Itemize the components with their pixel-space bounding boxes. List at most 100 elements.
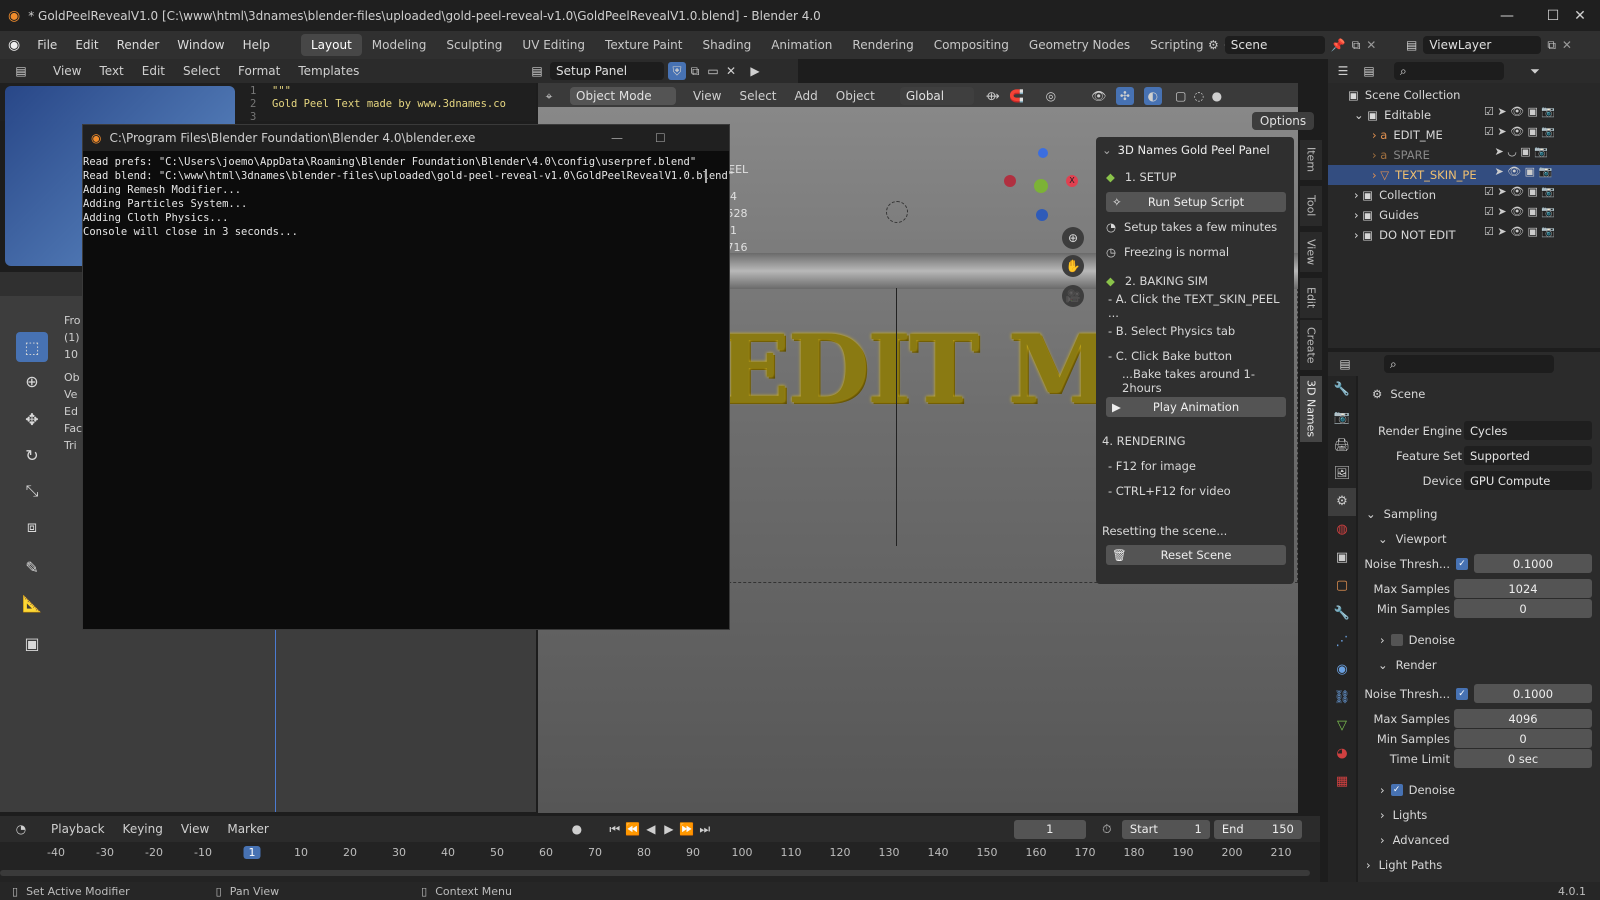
outliner-editor-icon[interactable]: ☰ xyxy=(1334,62,1352,80)
text-menu-format[interactable]: Format xyxy=(229,64,289,78)
object-tab-icon[interactable]: ▢ xyxy=(1328,572,1356,600)
outliner-row-edit-me[interactable]: › a EDIT_ME xyxy=(1328,125,1600,145)
camera-view-icon[interactable]: 🎥 xyxy=(1062,285,1084,307)
outliner-row-editable[interactable]: ⌄ ▣ Editable xyxy=(1328,105,1600,125)
light-object-icon[interactable] xyxy=(886,201,908,223)
new-view-layer-icon[interactable]: ⧉ xyxy=(1547,38,1556,53)
text-menu-select[interactable]: Select xyxy=(174,64,229,78)
outliner-row-spare[interactable]: › a SPARE xyxy=(1328,145,1600,165)
timeline-menu-keying[interactable]: Keying xyxy=(114,822,172,836)
text-menu-view[interactable]: View xyxy=(44,64,90,78)
render-engine-dropdown[interactable]: Cycles xyxy=(1464,421,1592,440)
menu-window[interactable]: Window xyxy=(168,38,233,52)
outliner-row-text-skin[interactable]: › ▽ TEXT_SKIN_PE xyxy=(1328,165,1600,185)
tab-item[interactable]: Item xyxy=(1300,140,1322,180)
collection-tab-icon[interactable]: ▣ xyxy=(1328,544,1356,572)
options-dropdown[interactable]: Options xyxy=(1252,112,1314,130)
device-dropdown[interactable]: GPU Compute xyxy=(1464,471,1592,490)
text-editor-body[interactable]: 1 2 3 """ Gold Peel Text made by www.3dn… xyxy=(0,83,536,266)
r-noise-field[interactable]: 0.1000 xyxy=(1474,684,1592,703)
tab-tool[interactable]: Tool xyxy=(1300,186,1322,226)
open-text-icon[interactable]: ▭ xyxy=(704,62,722,80)
properties-search-input[interactable]: ⌕ xyxy=(1384,355,1554,373)
cursor-tool-icon[interactable]: ⊕ xyxy=(16,366,48,396)
view-layer-field[interactable]: ViewLayer xyxy=(1423,36,1542,54)
vp-noise-checkbox[interactable]: ✓ xyxy=(1456,558,1468,570)
gizmo-y-axis[interactable] xyxy=(1034,179,1048,193)
tab-layout[interactable]: Layout xyxy=(300,34,362,56)
tab-view[interactable]: View xyxy=(1300,232,1322,272)
orientation-dropdown[interactable]: Global xyxy=(899,87,974,105)
blender-menu-icon[interactable]: ◉ xyxy=(0,37,28,53)
object-mode-dropdown[interactable]: Object Mode xyxy=(570,87,676,105)
tab-rendering[interactable]: Rendering xyxy=(842,34,923,56)
play-animation-button[interactable]: ▶ Play Animation xyxy=(1106,397,1286,417)
measure-tool-icon[interactable]: 📐 xyxy=(16,588,48,618)
modifier-tab-icon[interactable]: 🔧 xyxy=(1328,600,1356,628)
proportional-edit-icon[interactable]: ◎ xyxy=(1042,87,1060,105)
sampling-section[interactable]: ⌄ Sampling xyxy=(1366,504,1437,524)
scene-collection-row[interactable]: ▣ Scene Collection xyxy=(1328,85,1600,105)
tool-tab-icon[interactable]: 🔧 xyxy=(1328,376,1356,404)
tab-edit[interactable]: Edit xyxy=(1300,278,1322,318)
snap-icon[interactable]: 🧲 xyxy=(1008,87,1026,105)
outliner-row-collection[interactable]: › ▣ Collection xyxy=(1328,185,1600,205)
filter-icon[interactable]: ⏷ xyxy=(1526,62,1544,80)
new-scene-icon[interactable]: ⧉ xyxy=(1352,38,1361,53)
lights-section[interactable]: › Lights xyxy=(1380,805,1427,825)
tab-uv-editing[interactable]: UV Editing xyxy=(512,34,595,56)
reset-scene-button[interactable]: 🗑 Reset Scene xyxy=(1106,545,1286,565)
tab-scripting[interactable]: Scripting xyxy=(1140,34,1213,56)
minimize-icon[interactable]: — xyxy=(1484,0,1530,31)
tab-geometry-nodes[interactable]: Geometry Nodes xyxy=(1019,34,1140,56)
world-tab-icon[interactable]: ◍ xyxy=(1328,516,1356,544)
gizmo-x-axis[interactable]: X xyxy=(1066,175,1078,187)
text-datablock-icon[interactable]: ▤ xyxy=(528,62,546,80)
fake-user-shield-icon[interactable]: ⛨ xyxy=(668,62,686,80)
vp-noise-field[interactable]: 0.1000 xyxy=(1474,554,1592,573)
timeline-ruler[interactable]: -40 -30 -20 -10 1 10 20 30 40 50 60 70 80 90 100 110 120… xyxy=(0,842,1320,882)
outliner-row-guides[interactable]: › ▣ Guides xyxy=(1328,205,1600,225)
viewport-editor-type-icon[interactable]: ⌖ xyxy=(540,87,558,105)
constraints-tab-icon[interactable]: ⛓ xyxy=(1328,684,1356,712)
playhead-frame[interactable]: 1 xyxy=(243,846,261,859)
material-tab-icon[interactable]: ◕ xyxy=(1328,740,1356,768)
viewport-menu-add[interactable]: Add xyxy=(786,89,827,103)
rotate-tool-icon[interactable]: ↻ xyxy=(16,440,48,470)
timeline-editor-icon[interactable]: ◔ xyxy=(12,820,30,838)
r-denoise-row[interactable]: › ✓ Denoise xyxy=(1380,780,1455,800)
tab-3dnames[interactable]: 3D Names xyxy=(1300,376,1322,442)
tab-sculpting[interactable]: Sculpting xyxy=(436,34,512,56)
jump-start-icon[interactable]: ⏮ xyxy=(606,820,624,838)
visibility-icon[interactable]: 👁 xyxy=(1090,87,1108,105)
gizmo-neg-x-axis[interactable] xyxy=(1004,175,1016,187)
light-paths-section[interactable]: › Light Paths xyxy=(1366,855,1442,875)
gizmo-toggle-icon[interactable]: ✣ xyxy=(1115,87,1134,105)
run-setup-script-button[interactable]: ✧ Run Setup Script xyxy=(1106,192,1286,212)
overlay-toggle-icon[interactable]: ◐ xyxy=(1143,87,1162,105)
tab-compositing[interactable]: Compositing xyxy=(924,34,1019,56)
r-noise-checkbox[interactable]: ✓ xyxy=(1456,688,1468,700)
outliner-row-do-not-edit[interactable]: › ▣ DO NOT EDIT xyxy=(1328,225,1600,245)
add-cube-tool-icon[interactable]: ▣ xyxy=(16,628,48,658)
vp-min-samples-field[interactable]: 0 xyxy=(1454,599,1592,618)
menu-file[interactable]: File xyxy=(28,38,66,52)
text-menu-edit[interactable]: Edit xyxy=(133,64,174,78)
viewport-menu-select[interactable]: Select xyxy=(730,89,785,103)
select-box-tool-icon[interactable]: ⬚ xyxy=(16,332,48,362)
display-mode-icon[interactable]: ▤ xyxy=(1360,62,1378,80)
console-minimize-icon[interactable]: — xyxy=(611,131,623,145)
tab-shading[interactable]: Shading xyxy=(692,34,761,56)
pan-hand-icon[interactable]: ✋ xyxy=(1062,255,1084,277)
viewport-menu-view[interactable]: View xyxy=(684,89,730,103)
prev-keyframe-icon[interactable]: ⏪ xyxy=(624,820,642,838)
jump-end-icon[interactable]: ⏭ xyxy=(696,820,714,838)
view-layer-tab-icon[interactable]: 🖼 xyxy=(1328,460,1356,488)
vp-denoise-row[interactable]: › Denoise xyxy=(1380,630,1455,650)
scene-selector[interactable]: ⚙ Scene 📌 ⧉ ✕ xyxy=(1208,35,1376,55)
transform-tool-icon[interactable]: ⧈ xyxy=(16,512,48,542)
r-min-samples-field[interactable]: 0 xyxy=(1454,729,1592,748)
scale-tool-icon[interactable]: ⤡ xyxy=(16,476,48,506)
output-tab-icon[interactable]: 🖨 xyxy=(1328,432,1356,460)
timeline-scrollbar[interactable] xyxy=(0,870,1310,876)
